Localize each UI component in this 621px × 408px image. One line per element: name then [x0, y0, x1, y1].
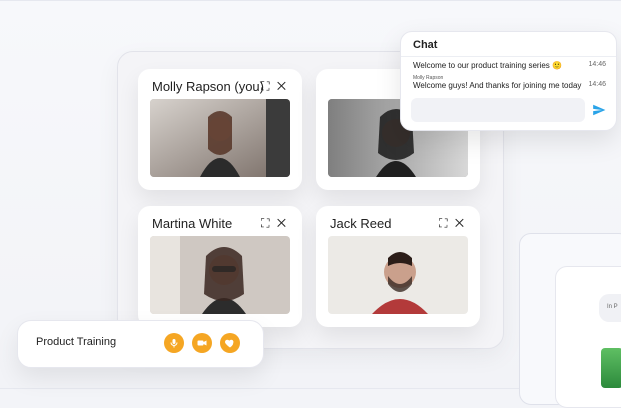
microphone-button[interactable]: [164, 333, 184, 353]
heart-icon: [225, 339, 234, 348]
chat-message-text: Welcome to our product training series 🙂: [413, 61, 562, 70]
heart-button[interactable]: [220, 333, 240, 353]
chat-message: Welcome to our product training series 🙂…: [413, 61, 606, 70]
participant-tile: Martina White ⛶ ✕: [138, 206, 302, 327]
meeting-bar: Product Training: [17, 320, 264, 368]
chat-input[interactable]: [411, 98, 585, 122]
participant-tile: Molly Rapson (you) ⛶ ✕: [138, 69, 302, 190]
participant-name: Jack Reed: [330, 216, 392, 231]
participant-video: [150, 99, 290, 177]
video-frame: [328, 236, 468, 314]
participant-name: Molly Rapson (you): [152, 79, 264, 94]
chat-panel: Chat Welcome to our product training ser…: [400, 31, 617, 131]
send-arrow-icon[interactable]: [592, 103, 606, 117]
camera-button[interactable]: [192, 333, 212, 353]
chat-message-time: 14:46: [588, 61, 606, 68]
video-frame: [150, 99, 290, 177]
participant-tile: Jack Reed ⛶ ✕: [316, 206, 480, 327]
tile-controls[interactable]: ⛶ ✕: [261, 216, 288, 231]
participant-video: [328, 236, 468, 314]
side-preview-thumbnail: [601, 348, 621, 388]
tile-controls[interactable]: ⛶ ✕: [261, 79, 288, 94]
camera-icon: [197, 340, 207, 346]
microphone-icon: [170, 339, 178, 348]
chat-message-text: Welcome guys! And thanks for joining me …: [413, 81, 582, 90]
participant-name: Martina White: [152, 216, 233, 231]
divider: [401, 56, 616, 57]
participant-video: [150, 236, 290, 314]
grid-line: [0, 0, 621, 1]
chat-message-time: 14:46: [588, 81, 606, 88]
side-preview-pill: In P: [599, 294, 621, 322]
chat-message: Molly Rapson Welcome guys! And thanks fo…: [413, 75, 606, 90]
video-frame: [150, 236, 290, 314]
tile-controls[interactable]: ⛶ ✕: [439, 216, 466, 231]
meeting-title: Product Training: [36, 336, 117, 348]
chat-title: Chat: [413, 39, 438, 51]
